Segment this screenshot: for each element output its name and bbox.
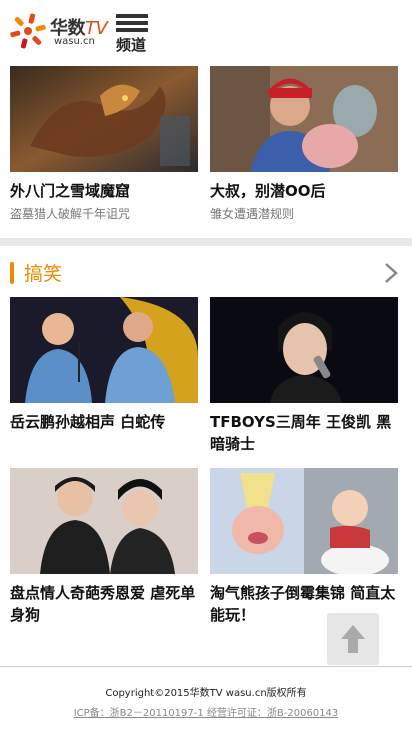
video-card[interactable]: 大叔，别潜OO后 雏女遭遇潜规则 [210,66,398,222]
video-thumbnail [10,297,198,403]
video-card[interactable]: 淘气熊孩子倒霉集锦 简直太能玩！ [210,468,398,626]
video-thumbnail [210,66,398,172]
section-accent-bar [10,262,14,284]
video-title: TFBOYS三周年 王俊凯 黑暗骑士 [210,413,392,453]
section-more-button[interactable] [380,260,402,286]
section-title: 搞笑 [24,263,63,285]
video-title: 大叔，别潜OO后 [210,182,326,200]
logo-domain: wasu.cn [54,36,95,47]
section-divider [0,238,412,246]
menu-icon [116,14,150,32]
video-title: 外八门之雪域魔窟 [10,182,131,200]
copyright-text: Copyright©2015华数TV wasu.cn版权所有 [105,688,307,699]
video-thumbnail [210,297,398,403]
footer-divider [0,666,412,667]
channel-menu-button[interactable]: 频道 [116,14,150,54]
video-subtitle: 盗墓猎人破解千年诅咒 [10,207,131,221]
video-card[interactable]: 盘点情人奇葩秀恩爱 虐死单身狗 [10,468,198,626]
video-title: 岳云鹏孙越相声 白蛇传 [10,413,166,431]
video-subtitle: 雏女遭遇潜规则 [210,207,295,221]
chevron-right-icon [385,263,398,283]
video-card[interactable]: 外八门之雪域魔窟 盗墓猎人破解千年诅咒 [10,66,198,222]
video-title: 盘点情人奇葩秀恩爱 虐死单身狗 [10,584,196,624]
video-thumbnail [210,468,398,574]
header: 华数TV wasu.cn 频道 [0,0,412,62]
menu-label: 频道 [116,36,147,54]
back-to-top-button[interactable] [327,613,379,665]
logo[interactable]: 华数TV wasu.cn [10,12,110,52]
video-card[interactable]: TFBOYS三周年 王俊凯 黑暗骑士 [210,297,398,455]
icp-license-link[interactable]: ICP备：浙B2－20110197-1 经营许可证：浙B-20060143 [0,704,412,719]
section-header: 搞笑 [0,256,412,290]
video-thumbnail [10,66,198,172]
wasu-logo-icon [10,13,46,49]
video-thumbnail [10,468,198,574]
arrow-up-icon [341,625,365,653]
video-card[interactable]: 岳云鹏孙越相声 白蛇传 [10,297,198,433]
